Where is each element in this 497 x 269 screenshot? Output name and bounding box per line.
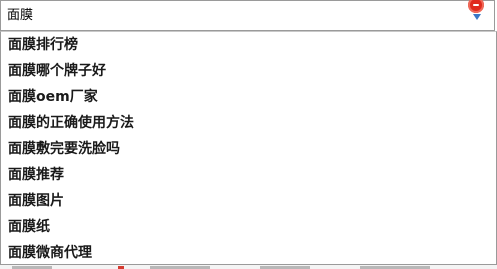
underlying-page-edge [0, 265, 497, 269]
suggestion-item[interactable]: 面膜微商代理 [1, 240, 496, 266]
suggestion-item[interactable]: 面膜的正确使用方法 [1, 110, 496, 136]
suggestion-item[interactable]: 面膜图片 [1, 188, 496, 214]
suggestion-item[interactable]: 面膜哪个牌子好 [1, 58, 496, 84]
search-input-value[interactable]: 面膜 [7, 8, 33, 24]
clear-search-icon-bar [473, 4, 479, 6]
suggestion-item[interactable]: 面膜oem厂家 [1, 84, 496, 110]
clear-search-icon[interactable] [468, 0, 484, 13]
suggestion-item[interactable]: 面膜纸 [1, 214, 496, 240]
suggestion-item[interactable]: 面膜推荐 [1, 162, 496, 188]
suggestion-item[interactable]: 面膜敷完要洗脸吗 [1, 136, 496, 162]
suggestion-list: 面膜排行榜 面膜哪个牌子好 面膜oem厂家 面膜的正确使用方法 面膜敷完要洗脸吗… [0, 31, 497, 265]
search-suggestion-widget: 面膜 面膜排行榜 面膜哪个牌子好 面膜oem厂家 面膜的正确使用方法 面膜敷完要… [0, 0, 497, 269]
dropdown-arrow-icon[interactable] [473, 14, 481, 20]
search-input[interactable]: 面膜 [0, 0, 495, 31]
suggestion-item[interactable]: 面膜排行榜 [1, 32, 496, 58]
